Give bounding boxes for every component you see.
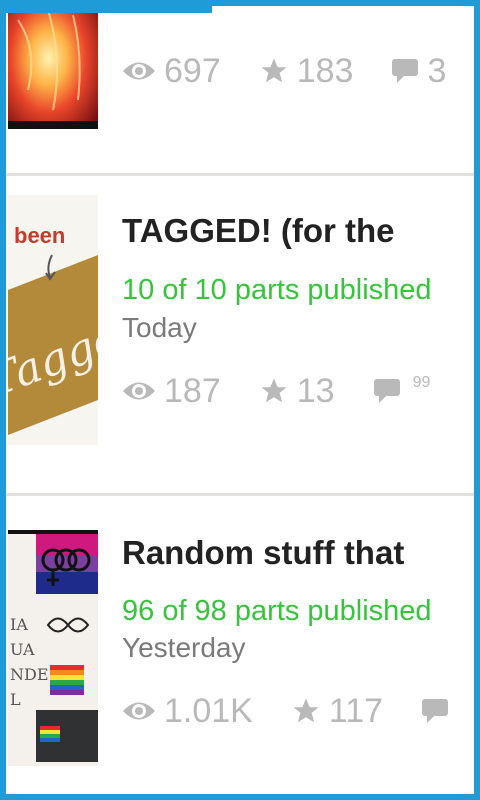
updated-date: Today (122, 312, 197, 343)
story-item[interactable]: Tagged been TAGGED! (for the 10 of 10 pa… (6, 175, 474, 493)
parts-published: 10 of 10 parts published (122, 274, 432, 306)
story-cover[interactable]: IA UA NDE L (8, 530, 98, 784)
story-item[interactable]: 697 183 3 (6, 13, 474, 173)
reading-progress-track (212, 6, 474, 13)
svg-text:L: L (10, 690, 21, 709)
parts-published: 96 of 98 parts published (122, 595, 432, 627)
eye-icon (123, 702, 155, 720)
star-icon (261, 58, 287, 83)
updated-date: Yesterday (122, 632, 246, 663)
comments-count: 99 (412, 374, 431, 391)
story-cover[interactable] (8, 13, 98, 129)
votes-count: 13 (296, 371, 335, 410)
views-stat: 187 (122, 372, 221, 411)
story-list[interactable]: 697 183 3 Tagged been TAGGED! (for the 1… (6, 13, 474, 794)
views-stat: 697 (122, 52, 221, 91)
votes-count: 183 (296, 51, 354, 90)
story-title[interactable]: Random stuff that (122, 534, 404, 572)
views-count: 697 (164, 51, 221, 90)
comments-count: 3 (427, 51, 447, 90)
cover-text: been (14, 223, 66, 248)
comment-bubble-icon (392, 59, 419, 83)
comments-stat (421, 698, 457, 724)
votes-stat: 117 (291, 692, 383, 731)
eye-icon (123, 62, 155, 80)
comment-bubble-icon (373, 379, 400, 403)
story-stats: 1.01K 117 (122, 691, 474, 731)
story-stats: 187 13 99 (122, 371, 468, 411)
eye-icon (123, 382, 155, 400)
votes-stat: 183 (259, 51, 354, 91)
star-icon (293, 698, 319, 723)
star-icon (261, 378, 287, 403)
story-title[interactable]: TAGGED! (for the (122, 212, 395, 250)
views-count: 1.01K (164, 691, 253, 730)
story-cover[interactable]: Tagged been (8, 195, 98, 445)
comment-bubble-icon (422, 699, 449, 723)
views-count: 187 (164, 371, 221, 410)
comments-stat: 3 (391, 52, 446, 91)
votes-count: 117 (328, 691, 384, 730)
comments-stat: 99 (373, 374, 430, 404)
svg-text:IA: IA (10, 615, 28, 634)
svg-text:UA: UA (10, 640, 35, 659)
views-stat: 1.01K (122, 692, 253, 731)
reading-progress-bar (6, 6, 212, 13)
svg-text:NDE: NDE (10, 665, 49, 684)
votes-stat: 13 (259, 372, 335, 411)
story-item[interactable]: IA UA NDE L Random stuff that 96 of 98 p… (6, 496, 474, 794)
story-stats: 697 183 3 (122, 51, 474, 91)
